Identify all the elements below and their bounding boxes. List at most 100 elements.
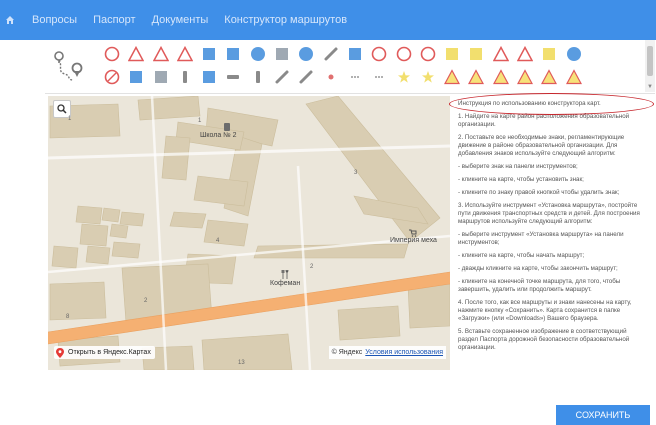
instruction-step: 1. Найдите на карте район расположения о… xyxy=(458,113,630,128)
road-sign-icon xyxy=(227,48,240,60)
road-sign-icon xyxy=(375,76,384,78)
road-sign-icon xyxy=(299,70,313,84)
road-sign-icon xyxy=(492,46,509,62)
row1-sign-icon-5[interactable] xyxy=(200,45,218,63)
road-sign-icon xyxy=(371,46,387,62)
row2-sign-icon-17[interactable] xyxy=(492,68,510,86)
row1-sign-icon-12[interactable] xyxy=(370,45,388,63)
instruction-step: - кликните на карте, чтобы установить зн… xyxy=(458,176,584,183)
open-yandex-maps-link[interactable]: Открыть в Яндекс.Картах xyxy=(54,346,155,359)
row1-sign-icon-7[interactable] xyxy=(249,45,267,63)
row1-sign-icon-2[interactable] xyxy=(127,45,145,63)
terms-link[interactable]: Условия использования xyxy=(365,349,443,356)
row2-sign-icon-13[interactable] xyxy=(395,68,413,86)
route-pin-icon[interactable] xyxy=(53,46,85,84)
top-navbar: Вопросы Паспорт Документы Конструктор ма… xyxy=(0,0,656,40)
save-button[interactable]: СОХРАНИТЬ xyxy=(556,405,650,425)
road-sign-icon xyxy=(397,71,410,83)
road-sign-icon xyxy=(543,48,556,60)
instruction-step: - кликните на конечной точке маршрута, д… xyxy=(458,278,621,293)
map-canvas[interactable] xyxy=(48,96,450,370)
road-sign-icon xyxy=(541,69,558,85)
row1-sign-icon-11[interactable] xyxy=(346,45,364,63)
row2-sign-icon-2[interactable] xyxy=(127,68,145,86)
nav-item-questions[interactable]: Вопросы xyxy=(32,14,77,26)
row2-sign-icon-18[interactable] xyxy=(516,68,534,86)
map-view[interactable]: Школа № 2 Империя меха Кофеман 1 1 2 3 4… xyxy=(48,96,450,370)
toolbar-scroll-thumb[interactable] xyxy=(647,46,653,76)
row1-sign-icon-6[interactable] xyxy=(224,45,242,63)
row2-sign-icon-10[interactable] xyxy=(322,68,340,86)
row1-sign-icon-17[interactable] xyxy=(492,45,510,63)
row2-sign-icon-1[interactable] xyxy=(103,68,121,86)
road-sign-icon xyxy=(130,71,143,83)
toolbar-scrollbar[interactable]: ▼ xyxy=(645,40,655,92)
instruction-step: - кликните по знаку правой кнопкой чтобы… xyxy=(458,189,620,196)
row1-sign-icon-19[interactable] xyxy=(540,45,558,63)
row2-sign-icon-5[interactable] xyxy=(200,68,218,86)
row2-sign-icon-7[interactable] xyxy=(249,68,267,86)
row1-sign-icon-1[interactable] xyxy=(103,45,121,63)
open-link-text: Открыть в Яндекс.Картах xyxy=(68,349,151,356)
road-sign-icon xyxy=(444,69,461,85)
road-sign-icon xyxy=(348,48,361,60)
row1-sign-icon-10[interactable] xyxy=(322,45,340,63)
road-sign-icon xyxy=(324,47,338,61)
map-label-cafe: Кофеман xyxy=(270,280,301,287)
instruction-step: - кликните на карте, чтобы начать маршру… xyxy=(458,252,585,259)
row1-sign-icon-15[interactable] xyxy=(443,45,461,63)
row2-sign-icon-8[interactable] xyxy=(273,68,291,86)
sign-toolbar: ▼ xyxy=(45,40,655,94)
row2-sign-icon-16[interactable] xyxy=(467,68,485,86)
row1-sign-icon-20[interactable] xyxy=(565,45,583,63)
instruction-step: 5. Вставьте сохраненное изображение в со… xyxy=(458,328,630,351)
map-pin-icon xyxy=(56,347,64,358)
sign-row-2 xyxy=(103,68,589,86)
road-sign-icon xyxy=(421,71,434,83)
row2-sign-icon-6[interactable] xyxy=(224,68,242,86)
instruction-step: - дважды кликните на карте, чтобы законч… xyxy=(458,265,618,272)
row1-sign-icon-13[interactable] xyxy=(395,45,413,63)
row2-sign-icon-15[interactable] xyxy=(443,68,461,86)
scroll-down-icon[interactable]: ▼ xyxy=(647,84,653,90)
row2-sign-icon-9[interactable] xyxy=(297,68,315,86)
road-sign-icon xyxy=(350,76,359,78)
home-icon[interactable] xyxy=(0,0,20,40)
road-sign-icon xyxy=(396,46,411,62)
row1-sign-icon-16[interactable] xyxy=(467,45,485,63)
map-number: 2 xyxy=(144,298,148,304)
row1-sign-icon-18[interactable] xyxy=(516,45,534,63)
road-sign-icon xyxy=(468,69,485,85)
search-icon xyxy=(57,104,67,114)
nav-item-route-constructor[interactable]: Конструктор маршрутов xyxy=(224,14,347,26)
row1-sign-icon-14[interactable] xyxy=(419,45,437,63)
road-sign-icon xyxy=(104,69,120,85)
road-sign-icon xyxy=(182,71,187,83)
nav-item-documents[interactable]: Документы xyxy=(152,14,209,26)
map-number: 4 xyxy=(216,238,220,244)
map-number: 8 xyxy=(66,314,70,320)
row2-sign-icon-12[interactable] xyxy=(370,68,388,86)
row2-sign-icon-4[interactable] xyxy=(176,68,194,86)
row1-sign-icon-8[interactable] xyxy=(273,45,291,63)
title-highlight-ellipse xyxy=(449,93,654,115)
road-sign-icon xyxy=(517,69,534,85)
school-icon xyxy=(224,123,230,131)
nav-item-passport[interactable]: Паспорт xyxy=(93,14,136,26)
cafe-icon xyxy=(281,270,289,279)
row2-sign-icon-3[interactable] xyxy=(152,68,170,86)
instruction-step: 3. Используйте инструмент «Установка мар… xyxy=(458,202,640,225)
road-sign-icon xyxy=(176,46,193,62)
map-label-school: Школа № 2 xyxy=(200,132,237,139)
road-sign-icon xyxy=(299,47,314,61)
row1-sign-icon-9[interactable] xyxy=(297,45,315,63)
row2-sign-icon-20[interactable] xyxy=(565,68,583,86)
row1-sign-icon-4[interactable] xyxy=(176,45,194,63)
road-sign-icon xyxy=(420,46,436,62)
row2-sign-icon-14[interactable] xyxy=(419,68,437,86)
row2-sign-icon-19[interactable] xyxy=(540,68,558,86)
row1-sign-icon-3[interactable] xyxy=(152,45,170,63)
row2-sign-icon-11[interactable] xyxy=(346,68,364,86)
map-copyright: © Яндекс Условия использования xyxy=(328,346,446,359)
road-sign-icon xyxy=(328,74,334,80)
